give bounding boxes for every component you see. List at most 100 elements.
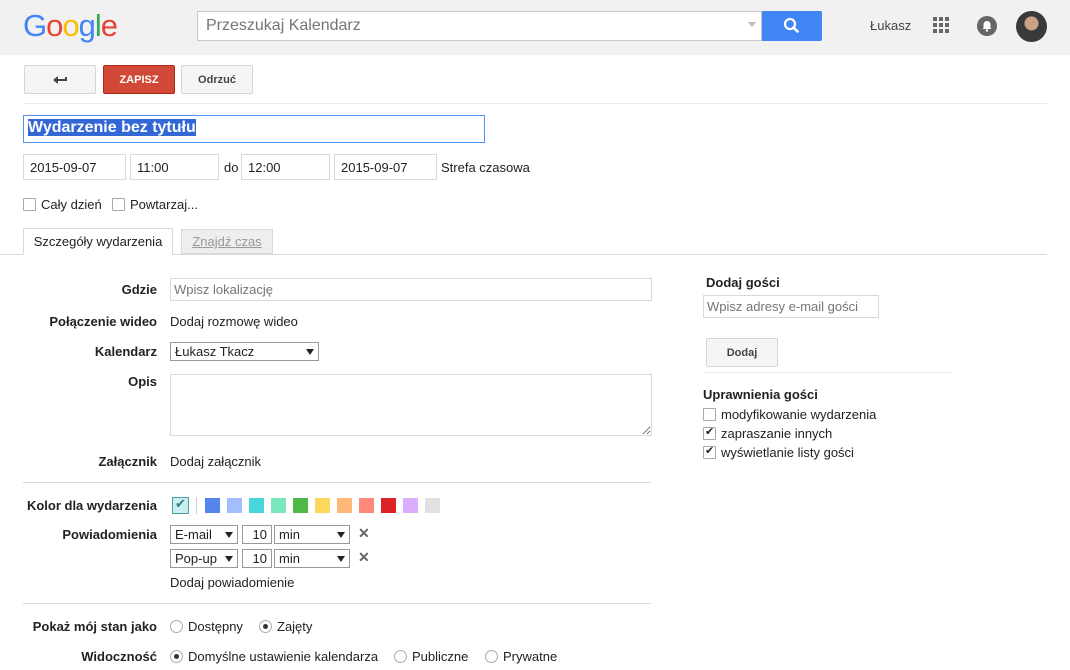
attachment-label: Załącznik [98, 454, 157, 469]
visibility-public-label: Publiczne [412, 649, 469, 664]
permission-modify-checkbox[interactable] [703, 408, 716, 421]
notification-type-select[interactable]: Pop-up [170, 549, 238, 568]
logo-letter: o [46, 8, 63, 43]
google-logo[interactable]: Google [23, 8, 118, 44]
dropdown-arrow-icon [225, 556, 233, 562]
swatch-separator [196, 497, 197, 514]
where-label: Gdzie [121, 282, 157, 297]
end-date-field[interactable]: 2015-09-07 [334, 154, 437, 180]
tab-event-details[interactable]: Szczegóły wydarzenia [23, 228, 173, 255]
user-name[interactable]: Łukasz [870, 18, 911, 33]
dropdown-arrow-icon [306, 349, 314, 355]
back-arrow-icon [53, 75, 67, 84]
all-day-label: Cały dzień [41, 197, 102, 212]
notification-unit-select[interactable]: min [274, 525, 350, 544]
color-swatch[interactable] [381, 498, 396, 513]
timezone-link[interactable]: Strefa czasowa [441, 160, 530, 175]
start-date-field[interactable]: 2015-09-07 [23, 154, 126, 180]
check-icon: ✔ [175, 496, 186, 511]
notification-type-value: E-mail [175, 527, 212, 542]
back-button[interactable] [24, 65, 96, 94]
show-status-label: Pokaż mój stan jako [32, 619, 157, 634]
guest-email-input[interactable] [703, 295, 879, 318]
event-title-input[interactable]: Wydarzenie bez tytułu [23, 115, 485, 143]
video-call-label: Połączenie wideo [49, 314, 157, 329]
notification-type-value: Pop-up [175, 551, 217, 566]
status-available-label: Dostępny [188, 619, 243, 634]
visibility-default-radio[interactable] [170, 650, 183, 663]
tab-find-time[interactable]: Znajdź czas [181, 229, 273, 254]
default-color-swatch[interactable]: ✔ [172, 496, 189, 514]
calendar-label: Kalendarz [94, 344, 157, 359]
status-available-radio[interactable] [170, 620, 183, 633]
notification-unit-value: min [279, 551, 300, 566]
remove-notification-icon[interactable]: ✕ [358, 549, 370, 566]
logo-letter: e [100, 8, 118, 43]
add-video-call-link[interactable]: Dodaj rozmowę wideo [170, 314, 298, 329]
add-guest-button[interactable]: Dodaj [706, 338, 778, 367]
to-label: do [224, 160, 239, 175]
permission-modify-label: modyfikowanie wydarzenia [721, 407, 877, 422]
add-notification-link[interactable]: Dodaj powiadomienie [170, 575, 294, 590]
discard-button[interactable]: Odrzuć [181, 65, 253, 94]
search-icon [783, 17, 799, 33]
calendar-select-value: Łukasz Tkacz [175, 344, 255, 359]
color-swatch[interactable] [249, 498, 264, 513]
logo-letter: G [23, 8, 47, 43]
color-swatch[interactable] [337, 498, 352, 513]
permission-invite-label: zapraszanie innych [721, 426, 833, 441]
search-button[interactable] [762, 11, 822, 41]
start-time-field[interactable]: 11:00 [130, 154, 219, 180]
dropdown-arrow-icon [337, 556, 345, 562]
remove-notification-icon[interactable]: ✕ [358, 525, 370, 542]
divider [23, 103, 1047, 104]
notification-amount-input[interactable]: 10 [242, 549, 272, 568]
visibility-default-label: Domyślne ustawienie kalendarza [188, 649, 379, 664]
status-busy-label: Zajęty [277, 619, 313, 634]
color-swatch[interactable] [205, 498, 220, 513]
color-swatch[interactable] [227, 498, 242, 513]
event-color-label: Kolor dla wydarzenia [26, 498, 157, 513]
add-guests-title: Dodaj gości [706, 275, 780, 290]
visibility-label: Widoczność [81, 649, 157, 664]
permission-invite-checkbox[interactable] [703, 425, 716, 440]
search-box [197, 11, 762, 41]
where-input[interactable] [170, 278, 652, 301]
search-input[interactable] [198, 12, 761, 40]
add-attachment-link[interactable]: Dodaj załącznik [170, 454, 261, 469]
guest-permissions-title: Uprawnienia gości [703, 387, 818, 402]
status-busy-radio[interactable] [259, 620, 272, 633]
apps-grid-icon[interactable] [933, 17, 950, 34]
notification-unit-select[interactable]: min [274, 549, 350, 568]
all-day-checkbox[interactable] [23, 198, 36, 211]
save-button[interactable]: ZAPISZ [103, 65, 175, 94]
end-time-field[interactable]: 12:00 [241, 154, 330, 180]
notification-unit-value: min [279, 527, 300, 542]
color-swatch[interactable] [315, 498, 330, 513]
dropdown-arrow-icon [337, 532, 345, 538]
permission-see-guests-checkbox[interactable] [703, 444, 716, 459]
dropdown-arrow-icon [225, 532, 233, 538]
permission-see-guests-label: wyświetlanie listy gości [721, 445, 854, 460]
logo-letter: g [78, 8, 96, 43]
divider [23, 603, 651, 604]
notification-type-select[interactable]: E-mail [170, 525, 238, 544]
repeat-checkbox[interactable] [112, 198, 125, 211]
color-swatch[interactable] [425, 498, 440, 513]
visibility-public-radio[interactable] [394, 650, 407, 663]
notifications-bell-icon[interactable] [977, 16, 997, 36]
avatar[interactable] [1016, 11, 1047, 42]
color-swatch[interactable] [359, 498, 374, 513]
description-textarea[interactable] [170, 374, 652, 436]
notifications-label: Powiadomienia [62, 527, 157, 542]
repeat-label: Powtarzaj... [130, 197, 198, 212]
notification-amount-input[interactable]: 10 [242, 525, 272, 544]
description-label: Opis [128, 374, 157, 389]
bell-icon [982, 21, 992, 32]
color-swatch[interactable] [293, 498, 308, 513]
visibility-private-radio[interactable] [485, 650, 498, 663]
search-options-icon[interactable] [748, 22, 756, 27]
color-swatch[interactable] [271, 498, 286, 513]
calendar-select[interactable]: Łukasz Tkacz [170, 342, 319, 361]
color-swatch[interactable] [403, 498, 418, 513]
